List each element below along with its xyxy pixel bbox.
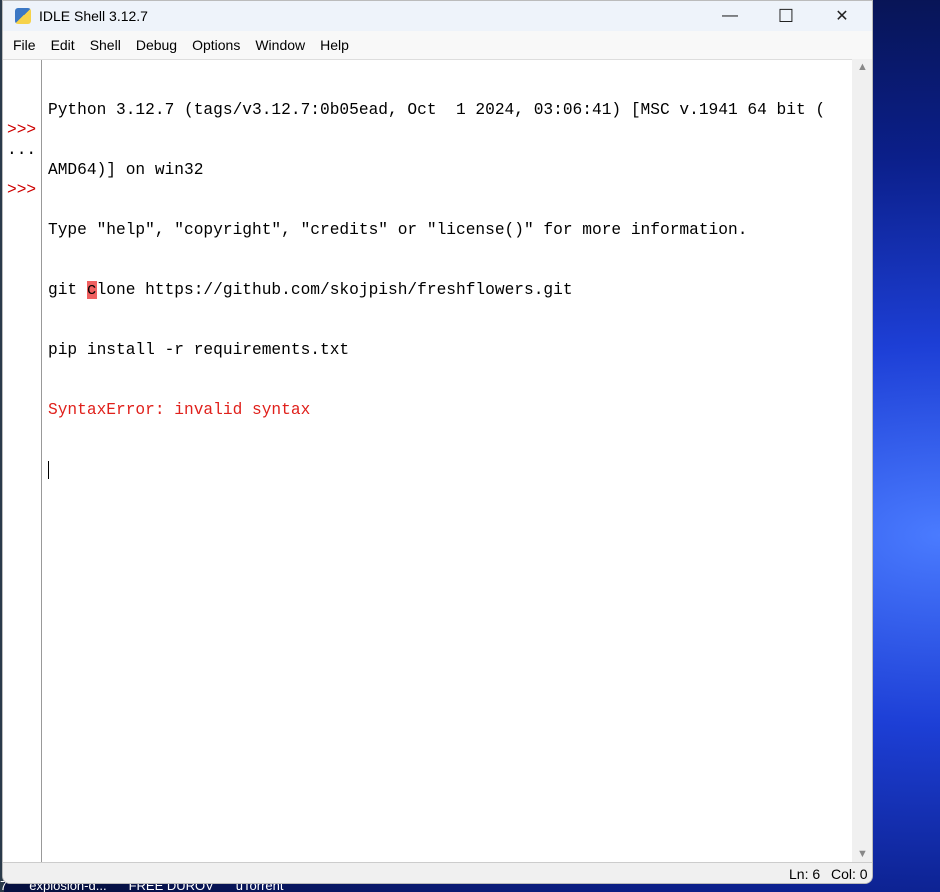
window-title: IDLE Shell 3.12.7 — [39, 8, 148, 24]
menu-file[interactable]: File — [7, 37, 45, 53]
prompt-marker: >>> — [7, 181, 37, 199]
input-line: pip install -r requirements.txt — [48, 341, 350, 359]
shell-editor[interactable]: >>> ... >>> Python 3.12.7 (tags/v3.12.7:… — [3, 59, 852, 862]
line-number: Ln: 6 — [789, 866, 821, 882]
output-line: Python 3.12.7 (tags/v3.12.7:0b05ead, Oct… — [48, 101, 826, 119]
current-input-line[interactable] — [48, 460, 848, 480]
vertical-scrollbar[interactable]: ▲ ▼ — [852, 59, 872, 862]
text-cursor — [48, 460, 49, 479]
scroll-up-icon[interactable]: ▲ — [857, 61, 868, 73]
scroll-down-icon[interactable]: ▼ — [857, 848, 868, 860]
continuation-marker: ... — [7, 141, 37, 159]
menu-bar: File Edit Shell Debug Options Window Hel… — [3, 31, 872, 59]
title-bar[interactable]: IDLE Shell 3.12.7 — ☐ ✕ — [3, 1, 872, 31]
menu-help[interactable]: Help — [314, 37, 358, 53]
output-line: AMD64)] on win32 — [48, 161, 204, 179]
menu-shell[interactable]: Shell — [84, 37, 130, 53]
cmd-text: lone https://github.com/skojpish/freshfl… — [96, 281, 573, 299]
close-button[interactable]: ✕ — [814, 1, 870, 31]
cmd-text: git — [48, 281, 87, 299]
minimize-button[interactable]: — — [702, 1, 758, 31]
prompt-marker: >>> — [7, 121, 37, 139]
menu-debug[interactable]: Debug — [130, 37, 186, 53]
python-icon — [15, 8, 31, 24]
maximize-button[interactable]: ☐ — [758, 1, 814, 31]
menu-edit[interactable]: Edit — [45, 37, 84, 53]
prompt-gutter: >>> ... >>> — [3, 60, 42, 862]
idle-shell-window: IDLE Shell 3.12.7 — ☐ ✕ File Edit Shell … — [2, 0, 873, 884]
input-line: git clone https://github.com/skojpish/fr… — [48, 280, 848, 300]
status-bar: Ln: 6 Col: 0 — [3, 862, 872, 883]
column-number: Col: 0 — [831, 866, 868, 882]
output-line: Type "help", "copyright", "credits" or "… — [48, 221, 748, 239]
menu-options[interactable]: Options — [186, 37, 249, 53]
menu-window[interactable]: Window — [249, 37, 314, 53]
error-message: SyntaxError: invalid syntax — [48, 401, 311, 419]
shell-output[interactable]: Python 3.12.7 (tags/v3.12.7:0b05ead, Oct… — [48, 60, 848, 520]
error-highlight: c — [86, 281, 97, 299]
